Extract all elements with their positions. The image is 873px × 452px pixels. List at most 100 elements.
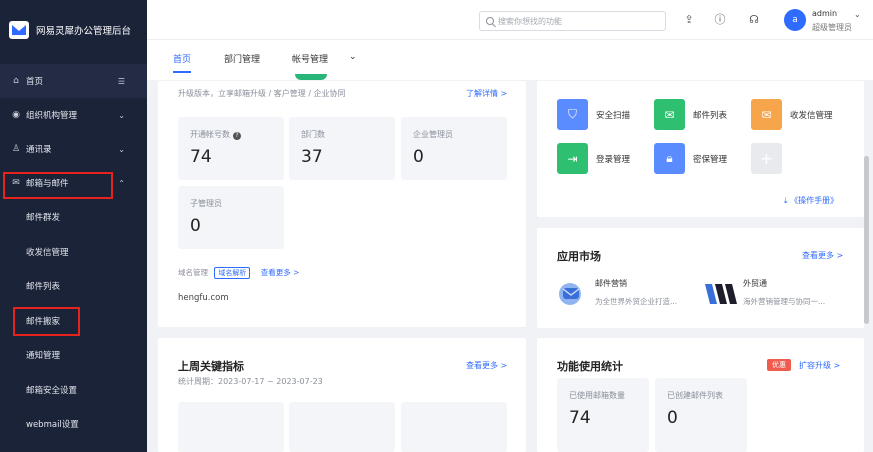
tool-label: 邮件列表 — [693, 110, 728, 121]
tool-mail-manage[interactable]: ✉ 收发信管理 — [751, 99, 833, 130]
brand: 网易灵犀办公管理后台 — [0, 0, 147, 60]
tool-label: 密保管理 — [693, 154, 728, 165]
topbar: 搜索你想找的功能 ⇪ ⓘ ☊ a admin ⌄ 超级管理员 — [147, 0, 873, 40]
sidebar-subitem-notifications[interactable]: 通知管理 — [0, 338, 147, 373]
sidebar-item-label: 邮箱与邮件 — [26, 179, 69, 189]
add-tool-button[interactable]: + — [751, 143, 782, 174]
home-icon: ⌂ — [13, 76, 19, 86]
app-name: 外贸通 — [743, 279, 767, 288]
app-foreign-trade[interactable]: 外贸通 海外营销管理与协同一... — [705, 276, 855, 310]
stat-label: 企业管理员 — [413, 130, 453, 139]
help-icon[interactable]: ⓘ — [712, 11, 728, 27]
search-placeholder: 搜索你想找的功能 — [498, 16, 562, 26]
stat-label: 子管理员 — [190, 199, 222, 208]
stat-label: 部门数 — [301, 130, 325, 139]
sidebar-item-mail[interactable]: ✉ 邮箱与邮件 ⌃ — [0, 166, 147, 200]
org-icon: ◉ — [12, 110, 20, 120]
weekly-more-link[interactable]: 查看更多 > — [466, 360, 507, 371]
mail-marketing-icon — [559, 283, 581, 305]
shield-icon: ⛉ — [557, 99, 588, 130]
sidebar-subitem-webmail[interactable]: webmail设置 — [0, 407, 147, 442]
domain-resolve-tag[interactable]: 域名解析 — [214, 267, 251, 279]
manual-link[interactable]: ⤓ 《操作手册》 — [784, 195, 838, 206]
stat-sub-admins: 子管理员 0 — [178, 186, 284, 249]
sidebar-item-contacts[interactable]: ♙ 通讯录 ⌄ — [0, 132, 147, 166]
sidebar-subitem-security[interactable]: 邮箱安全设置 — [0, 373, 147, 408]
market-more-link[interactable]: 查看更多 > — [802, 250, 843, 261]
app-mail-marketing[interactable]: 邮件营销 为全世界外贸企业打造... — [557, 276, 707, 310]
sidebar-item-org[interactable]: ◉ 组织机构管理 ⌄ — [0, 98, 147, 132]
usage-stat-mailboxes: 已使用邮箱数量 74 — [557, 378, 649, 452]
tab-bar: 首页 部门管理 帐号管理 ⌄ — [147, 40, 873, 80]
app-name: 邮件营销 — [595, 279, 627, 288]
page-scrollbar[interactable] — [864, 156, 869, 324]
app-desc: 海外营销管理与协同一... — [743, 297, 826, 306]
user-name[interactable]: admin — [812, 9, 837, 18]
sidebar-item-home[interactable]: ⌂ 首页 ☰ — [0, 64, 147, 98]
tool-label: 收发信管理 — [790, 110, 833, 121]
chevron-down-icon[interactable]: ⌄ — [349, 52, 357, 76]
stat-value: 0 — [667, 408, 678, 428]
collapse-menu-icon[interactable]: ☰ — [118, 77, 125, 86]
stat-accounts: 开通帐号数? 74 — [178, 117, 284, 180]
discount-badge: 优惠 — [767, 359, 791, 371]
mail-list-icon: ✉ — [654, 99, 685, 130]
stat-label: 已创建邮件列表 — [667, 391, 723, 400]
tab-account[interactable]: 帐号管理 — [292, 52, 328, 76]
tool-label: 安全扫描 — [596, 110, 631, 121]
download-icon: ⤓ — [784, 196, 788, 205]
domain-name: hengfu.com — [178, 293, 229, 303]
stat-enterprise-admins: 企业管理员 0 — [401, 117, 507, 180]
tab-home[interactable]: 首页 — [173, 52, 192, 76]
upload-icon[interactable]: ⇪ — [681, 11, 697, 27]
weekly-period: 统计周期：2023-07-17 ~ 2023-07-23 — [178, 377, 323, 386]
user-role: 超级管理员 — [812, 23, 852, 32]
login-icon: ⇥ — [557, 143, 588, 174]
mail-manage-icon: ✉ — [751, 99, 782, 130]
domain-more-link[interactable]: 查看更多 > — [261, 268, 300, 277]
sidebar-subitem-mail-migration[interactable]: 邮件搬家 — [0, 304, 147, 339]
promo-flag — [295, 74, 327, 80]
stat-label: 开通帐号数? — [190, 129, 241, 140]
learn-more-link[interactable]: 了解详情 > — [466, 88, 507, 99]
netease-logo-icon — [9, 21, 29, 39]
chevron-down-icon: ⌄ — [118, 110, 125, 120]
chevron-down-icon[interactable]: ⌄ — [854, 10, 861, 19]
headset-icon[interactable]: ☊ — [746, 11, 762, 27]
weekly-stat-1 — [178, 402, 284, 452]
sidebar-subitem-send-receive[interactable]: 收发信管理 — [0, 235, 147, 270]
tool-security-scan[interactable]: ⛉ 安全扫描 — [557, 99, 630, 130]
tab-department[interactable]: 部门管理 — [224, 52, 260, 76]
contacts-icon: ♙ — [11, 144, 21, 154]
stat-value: 74 — [190, 147, 212, 167]
upgrade-link[interactable]: 扩容升级 > — [799, 360, 840, 371]
question-icon[interactable]: ? — [233, 132, 241, 140]
tool-mail-list[interactable]: ✉ 邮件列表 — [654, 99, 727, 130]
overview-card: 升级版本，立享邮箱升级 / 客户管理 / 企业协同 了解详情 > 开通帐号数? … — [158, 81, 526, 327]
section-title: 上周关键指标 — [178, 360, 244, 373]
tool-secret-manage[interactable]: 🔒︎ 密保管理 — [654, 143, 727, 174]
avatar[interactable]: a — [784, 9, 806, 31]
weekly-stat-3 — [401, 402, 507, 452]
app-market-card: 应用市场 查看更多 > 邮件营销 为全世界外贸企业打造... 外贸通 海外营销管… — [537, 228, 864, 328]
domain-row: 域名管理 域名解析 查看更多 > — [178, 267, 299, 279]
stat-value: 37 — [301, 147, 323, 167]
sidebar-item-label: 首页 — [26, 77, 44, 87]
sidebar-subitem-mail-list[interactable]: 邮件列表 — [0, 269, 147, 304]
sidebar-item-label: 通讯录 — [26, 145, 52, 155]
weekly-metrics-card: 上周关键指标 查看更多 > 统计周期：2023-07-17 ~ 2023-07-… — [158, 338, 526, 452]
brand-title: 网易灵犀办公管理后台 — [36, 26, 132, 37]
search-input[interactable]: 搜索你想找的功能 — [479, 11, 666, 31]
app-desc: 为全世界外贸企业打造... — [595, 297, 678, 306]
tool-login-manage[interactable]: ⇥ 登录管理 — [557, 143, 630, 174]
sidebar: 网易灵犀办公管理后台 ⌂ 首页 ☰ ◉ 组织机构管理 ⌄ ♙ 通讯录 ⌄ ✉ 邮… — [0, 0, 147, 452]
search-icon — [486, 17, 494, 25]
stat-departments: 部门数 37 — [289, 117, 395, 180]
lock-icon: 🔒︎ — [654, 143, 685, 174]
domain-label: 域名管理 — [178, 268, 208, 277]
tools-card: ⛉ 安全扫描 ✉ 邮件列表 ✉ 收发信管理 ⇥ 登录管理 🔒︎ 密保管理 + ⤓… — [537, 81, 864, 217]
sidebar-nav: ⌂ 首页 ☰ ◉ 组织机构管理 ⌄ ♙ 通讯录 ⌄ ✉ 邮箱与邮件 ⌃ 邮件群发… — [0, 64, 147, 442]
upgrade-text: 升级版本，立享邮箱升级 / 客户管理 / 企业协同 — [178, 89, 346, 98]
sidebar-subitem-mass-mail[interactable]: 邮件群发 — [0, 200, 147, 235]
stat-label: 已使用邮箱数量 — [569, 391, 625, 400]
